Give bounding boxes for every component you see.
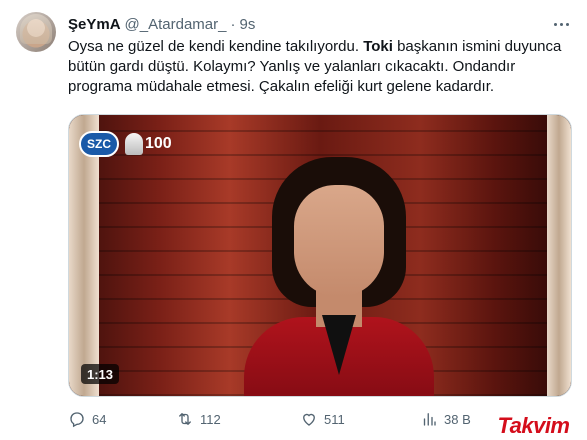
author-handle[interactable]: @_Atardamar_ <box>125 16 227 33</box>
avatar-hair <box>20 14 52 44</box>
views-count: 38 B <box>444 411 471 427</box>
reply-count: 64 <box>92 411 107 427</box>
video-presenter <box>244 137 434 396</box>
bust-icon <box>125 133 143 155</box>
tweet-header: ŞeYmA @_Atardamar_ · 9s <box>68 14 255 34</box>
more-horizontal-icon[interactable] <box>549 14 573 34</box>
views-button[interactable]: 38 B <box>420 407 471 431</box>
heart-icon <box>303 413 315 426</box>
reply-icon <box>70 412 84 428</box>
tweet-text: Oysa ne güzel de kendi kendine takılıyor… <box>68 37 573 97</box>
watermark-logo: Takvim <box>480 412 587 440</box>
anniversary-logo: 100 <box>125 131 172 157</box>
video-curtain-left <box>69 115 99 396</box>
channel-logo: SZC <box>79 131 119 157</box>
video-duration-badge: 1:13 <box>81 364 120 384</box>
like-count: 511 <box>324 411 345 427</box>
video-curtain-right <box>547 115 571 396</box>
tweet-card[interactable]: ŞeYmA @_Atardamar_ · 9s Oysa ne güzel de… <box>0 0 587 440</box>
anniversary-logo-text: 100 <box>145 135 172 152</box>
views-chart-icon <box>423 413 436 426</box>
reply-button[interactable]: 64 <box>68 407 106 431</box>
avatar[interactable] <box>16 12 56 52</box>
retweet-icon <box>179 413 191 425</box>
author-name[interactable]: ŞeYmA <box>68 16 121 33</box>
separator-dot: · <box>230 15 236 33</box>
retweet-button[interactable]: 112 <box>176 407 221 431</box>
tweet-text-part1: Oysa ne güzel de kendi kendine takılıyor… <box>68 38 364 55</box>
like-button[interactable]: 511 <box>300 407 345 431</box>
retweet-count: 112 <box>200 411 221 427</box>
tweet-time[interactable]: 9s <box>239 16 255 33</box>
video-player[interactable]: SZC 100 1:13 <box>68 114 572 397</box>
tweet-text-bold: Toki <box>363 38 393 55</box>
